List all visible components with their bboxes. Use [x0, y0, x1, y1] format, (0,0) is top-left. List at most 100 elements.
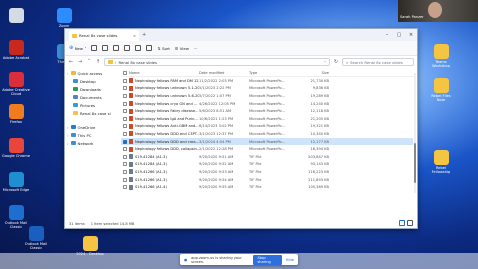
desktop-icon[interactable]: Google Chrome [2, 138, 30, 158]
row-checkbox[interactable] [123, 101, 127, 106]
file-explorer-window[interactable]: Renal 8x case slides × + – ▢ × ⊕ New ˅ ⇅ So… [64, 28, 418, 229]
sidebar-item[interactable]: › Network [65, 139, 119, 147]
file-size: 12,177 KB [310, 139, 329, 144]
column-type[interactable]: Type [249, 71, 297, 75]
file-type: Microsoft PowerPo... [249, 86, 285, 91]
copy-icon[interactable] [102, 45, 109, 51]
sidebar-item[interactable]: › This PC [65, 131, 119, 139]
desktop-icon[interactable]: Firefox [2, 104, 30, 124]
sidebar-item[interactable]: › OneDrive [65, 123, 119, 131]
table-row[interactable]: Nephrology fellows DDD and C3PT... 3/1/20… [121, 130, 413, 138]
search-input[interactable]: ⌕ Search Renal 8x case slides [342, 58, 414, 66]
more-options-icon[interactable]: ··· [194, 46, 198, 51]
sidebar-item[interactable]: Downloads [65, 85, 119, 93]
share-icon[interactable] [135, 45, 142, 51]
table-row[interactable]: Nephrology fellows unknown 5-6-20... 5/7/… [121, 92, 413, 100]
table-row[interactable]: Nephrology fellows DDD and crea... 3/1/20… [121, 137, 413, 146]
recent-icon[interactable]: ˅ [86, 59, 92, 65]
row-checkbox[interactable] [123, 131, 127, 136]
table-row[interactable]: Nephrology fellows unknown 5-1-20... 5/1/… [121, 85, 413, 93]
row-checkbox[interactable] [123, 124, 127, 129]
row-checkbox[interactable] [123, 177, 127, 182]
new-tab-icon[interactable]: + [142, 32, 146, 38]
row-checkbox[interactable] [123, 116, 127, 121]
desktop-icon[interactable]: Rebel Fellowship [427, 150, 455, 175]
row-checkbox[interactable] [123, 169, 127, 174]
minimize-icon[interactable]: – [381, 32, 393, 38]
column-name[interactable]: Name [129, 71, 199, 75]
desktop-icon[interactable]: Outlook Mail Classic [22, 226, 50, 251]
sidebar-item[interactable]: Renal 8x case sl [65, 109, 119, 117]
title-bar[interactable]: Renal 8x case slides × + – ▢ × [65, 29, 417, 41]
desktop-icon[interactable]: Rebel Flies Note [427, 78, 455, 103]
table-row[interactable]: Nephrology fellows IgA and Purin... 10/6/… [121, 115, 413, 123]
paste-icon[interactable] [113, 45, 120, 51]
sidebar-item[interactable]: Documents [65, 93, 119, 101]
desktop-icon[interactable]: Teams Workshop [427, 44, 455, 69]
scrollbar-thumb[interactable] [414, 143, 416, 183]
refresh-icon[interactable]: ↻ [333, 59, 339, 65]
table-row[interactable]: S19-41266 (A1-3) 9/20/2020 9:54 AM TIF Fil… [121, 176, 413, 184]
delete-icon[interactable] [146, 45, 153, 51]
forward-icon[interactable]: → [77, 59, 83, 65]
up-icon[interactable]: ↑ [95, 59, 101, 65]
table-row[interactable]: S19-41284 (A1-3) 9/20/2020 9:52 AM TIF Fil… [121, 161, 413, 169]
close-icon[interactable]: × [405, 32, 417, 38]
sidebar-item[interactable]: Pictures [65, 101, 119, 109]
file-date: 3/1/2024 4:04 PM [199, 139, 231, 144]
row-checkbox[interactable] [123, 147, 127, 152]
file-date: 5/7/2022 1:07 PM [199, 93, 231, 98]
desktop-icon[interactable] [2, 8, 30, 24]
row-checkbox[interactable] [123, 185, 127, 190]
file-date: 9/20/2020 9:53 AM [199, 169, 234, 174]
select-all-checkbox[interactable] [123, 70, 127, 75]
tab-renal-slides[interactable]: Renal 8x case slides × [69, 30, 139, 41]
breadcrumb[interactable]: Renal 8x case slides [119, 60, 157, 65]
details-view-icon[interactable] [399, 220, 405, 226]
sort-button[interactable]: ⇅ Sort [157, 46, 169, 51]
row-checkbox[interactable] [123, 93, 127, 98]
desktop-icon[interactable]: Microsoft Edge [2, 172, 30, 192]
table-row[interactable]: S19-41284 (A1-3) 9/20/2020 9:51 AM TIF Fil… [121, 153, 413, 161]
view-button[interactable]: ☰ View [175, 46, 189, 51]
row-checkbox[interactable] [123, 162, 127, 167]
scrollbar[interactable] [414, 73, 416, 193]
table-row[interactable]: Nephrology fellows PAM and DM 12... 11/2/… [121, 77, 413, 85]
row-checkbox[interactable] [123, 154, 127, 159]
chevron-right-icon[interactable]: › [67, 141, 69, 146]
back-icon[interactable]: ← [68, 59, 74, 65]
hide-button[interactable]: Hide [286, 258, 294, 262]
rename-icon[interactable] [124, 45, 131, 51]
maximize-icon[interactable]: ▢ [393, 32, 405, 38]
chevron-right-icon[interactable]: › [67, 125, 69, 130]
table-row[interactable]: Nephrology fellows cryo GN and ... 4/26/2… [121, 100, 413, 108]
sidebar-item[interactable]: › Quick access [65, 69, 119, 77]
chevron-down-icon[interactable]: ˅ [324, 60, 326, 65]
file-size: 12,118 KB [310, 109, 329, 114]
sidebar-item-label: Network [77, 140, 94, 146]
sidebar-item[interactable]: Desktop [65, 77, 119, 85]
stop-sharing-button[interactable]: Stop sharing [253, 254, 282, 265]
tiles-view-icon[interactable] [407, 220, 413, 226]
image-file-icon [129, 169, 133, 175]
desktop-icon[interactable]: Adobe Creative Cloud [2, 72, 30, 97]
row-checkbox[interactable] [123, 86, 127, 91]
desktop-icon[interactable]: Zoom [50, 8, 78, 28]
new-button[interactable]: ⊕ New ˅ [69, 45, 86, 51]
chevron-right-icon[interactable]: › [67, 133, 69, 138]
row-checkbox[interactable] [123, 109, 127, 114]
chevron-right-icon[interactable]: › [67, 71, 69, 76]
row-checkbox[interactable] [123, 78, 127, 83]
table-row[interactable]: S19-41266 (A1-4) 9/20/2020 9:55 AM TIF Fil… [121, 183, 413, 191]
row-checkbox[interactable] [123, 139, 127, 144]
column-size[interactable]: Size [297, 71, 329, 75]
table-row[interactable]: Nephrology fellows DDD, collapsin... 2/1/… [121, 145, 413, 153]
cut-icon[interactable] [91, 45, 98, 51]
close-tab-icon[interactable]: × [133, 33, 136, 38]
table-row[interactable]: S19-41266 (A1-3) 9/20/2020 9:53 AM TIF Fil… [121, 168, 413, 176]
column-date[interactable]: Date modified [199, 71, 249, 75]
address-bar[interactable]: › Renal 8x case slides ˅ [104, 58, 330, 66]
desktop-icon[interactable]: Adobe Acrobat [2, 40, 30, 60]
table-row[interactable]: Nephrology fellows Anti-GBM and... 6/14/2… [121, 123, 413, 131]
table-row[interactable]: Nephrology fellows Fabry disease... 5/6/2… [121, 107, 413, 115]
